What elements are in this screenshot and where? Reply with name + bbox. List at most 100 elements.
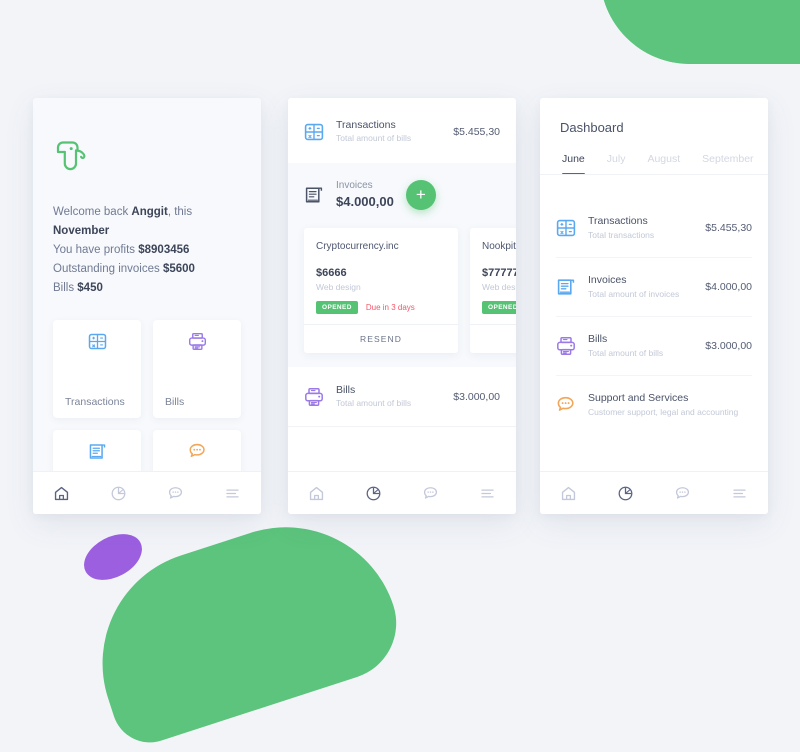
- invoice-status-badge: OPENED: [482, 301, 516, 314]
- row-amount: $5.455,30: [705, 222, 752, 234]
- card-bills[interactable]: Bills: [153, 320, 241, 418]
- invoice-card[interactable]: Nookpitch.co $77777 Web design OPENED RE…: [470, 228, 516, 353]
- dashboard-row-support[interactable]: Support and Services Customer support, l…: [556, 376, 752, 434]
- phone-screen-home: Welcome back Anggit, this November You h…: [33, 98, 261, 514]
- row-amount: $3.000,00: [705, 340, 752, 352]
- welcome-line-profits: You have profits $8903456: [53, 241, 241, 260]
- outstanding-value: $5600: [162, 263, 195, 275]
- month-tab-bar: June July August September: [540, 135, 768, 175]
- card-invoices[interactable]: Invoices 2: [53, 430, 141, 471]
- transactions-row-title: Transactions: [336, 119, 396, 131]
- phone-screen-dashboard: Dashboard June July August September Tra…: [540, 98, 768, 514]
- invoice-card[interactable]: Cryptocurrency.inc $6666 Web design OPEN…: [304, 228, 458, 353]
- dashboard-row-transactions[interactable]: Transactions Total transactions $5.455,3…: [556, 199, 752, 258]
- tab-september[interactable]: September: [702, 153, 753, 174]
- invoices-header-amount: $4.000,00: [336, 194, 394, 209]
- card-transactions-label: Transactions: [65, 396, 125, 408]
- elephant-logo: [53, 138, 241, 177]
- invoice-card-carousel[interactable]: Cryptocurrency.inc $6666 Web design OPEN…: [288, 222, 516, 367]
- welcome-message: Welcome back Anggit, this November You h…: [53, 203, 241, 298]
- nav-home-icon[interactable]: [300, 478, 334, 508]
- tab-june[interactable]: June: [562, 153, 585, 174]
- tab-july[interactable]: July: [607, 153, 626, 174]
- outstanding-label: Outstanding invoices: [53, 263, 163, 275]
- nav-home-icon[interactable]: [45, 478, 79, 508]
- printer-icon: [304, 387, 324, 407]
- card-transactions[interactable]: Transactions: [53, 320, 141, 418]
- invoice-card-description: Web design: [316, 282, 361, 292]
- invoices-filler: [288, 427, 516, 471]
- row-amount: $4.000,00: [705, 281, 752, 293]
- grid-icon: [304, 122, 324, 142]
- dashboard-summary-list: Transactions Total transactions $5.455,3…: [540, 199, 768, 434]
- profits-value: $8903456: [138, 244, 190, 256]
- welcome-line-bills: Bills $450: [53, 279, 241, 298]
- bills-row-amount: $3.000,00: [453, 390, 500, 403]
- invoice-icon: [65, 442, 129, 461]
- quick-action-grid: Transactions Bills: [53, 320, 241, 471]
- bottom-nav-dashboard: [540, 471, 768, 514]
- row-subtitle: Total amount of invoices: [588, 289, 680, 299]
- row-subtitle: Customer support, legal and accounting: [588, 407, 739, 417]
- nav-pie-chart-icon[interactable]: [609, 478, 643, 508]
- row-title: Support and Services: [588, 392, 689, 404]
- invoice-status-badge: OPENED: [316, 301, 358, 314]
- bills-label: Bills: [53, 282, 78, 294]
- welcome-mid: , this: [167, 206, 193, 218]
- dashboard-row-invoices[interactable]: Invoices Total amount of invoices $4.000…: [556, 258, 752, 317]
- row-subtitle: Total transactions: [588, 230, 655, 240]
- invoice-card-name: Nookpitch.co: [482, 241, 516, 252]
- user-name: Anggit: [131, 206, 168, 218]
- welcome-prefix: Welcome back: [53, 206, 132, 218]
- invoice-card-name: Cryptocurrency.inc: [316, 241, 399, 252]
- transactions-row-amount: $5.455,30: [453, 125, 500, 138]
- printer-icon: [165, 332, 229, 351]
- invoice-due-text: Due in 3 days: [365, 303, 415, 312]
- row-title: Bills: [588, 333, 608, 345]
- nav-chat-icon[interactable]: [666, 478, 700, 508]
- phone-screen-invoices: Transactions Total amount of bills $5.45…: [288, 98, 516, 514]
- invoice-card-amount: $6666: [316, 267, 347, 279]
- resend-button[interactable]: RESEND: [470, 324, 516, 353]
- row-title: Transactions: [588, 215, 648, 227]
- home-body: Welcome back Anggit, this November You h…: [33, 98, 261, 471]
- tab-august[interactable]: August: [647, 153, 680, 174]
- welcome-line-outstanding: Outstanding invoices $5600: [53, 260, 241, 279]
- bills-value: $450: [77, 282, 103, 294]
- dashboard-row-bills[interactable]: Bills Total amount of bills $3.000,00: [556, 317, 752, 376]
- row-subtitle: Total amount of bills: [588, 348, 664, 358]
- nav-menu-icon[interactable]: [723, 478, 757, 508]
- transactions-row-subtitle: Total amount of bills: [336, 133, 412, 143]
- nav-pie-chart-icon[interactable]: [357, 478, 391, 508]
- bills-row-title: Bills: [336, 384, 356, 396]
- chat-icon: [165, 442, 229, 461]
- nav-pie-chart-icon[interactable]: [102, 478, 136, 508]
- invoice-card-description: Web design: [482, 282, 516, 292]
- resend-button[interactable]: RESEND: [304, 324, 458, 353]
- page-title: Dashboard: [560, 120, 624, 135]
- nav-menu-icon[interactable]: [216, 478, 250, 508]
- bottom-nav-invoices: [288, 471, 516, 514]
- invoices-header: Invoices $4.000,00 +: [288, 163, 516, 222]
- transactions-summary-row[interactable]: Transactions Total amount of bills $5.45…: [288, 98, 516, 163]
- invoices-header-title: Invoices: [336, 180, 373, 191]
- decor-blob-green-bottom-left: [73, 497, 411, 752]
- bills-summary-row[interactable]: Bills Total amount of bills $3.000,00: [288, 367, 516, 427]
- invoice-card-amount: $77777: [482, 267, 516, 279]
- add-invoice-button[interactable]: +: [405, 179, 436, 210]
- nav-home-icon[interactable]: [552, 478, 586, 508]
- nav-chat-icon[interactable]: [414, 478, 448, 508]
- dashboard-spacer: [540, 175, 768, 199]
- nav-menu-icon[interactable]: [471, 478, 505, 508]
- bills-row-subtitle: Total amount of bills: [336, 398, 412, 408]
- printer-icon: [556, 336, 576, 356]
- invoices-body: Transactions Total amount of bills $5.45…: [288, 98, 516, 471]
- profits-label: You have profits: [53, 244, 139, 256]
- decor-blob-green-top-right: [600, 0, 800, 64]
- card-bills-label: Bills: [165, 396, 185, 408]
- dashboard-body: Dashboard June July August September Tra…: [540, 98, 768, 471]
- card-support[interactable]: Support: [153, 430, 241, 471]
- welcome-line-greeting: Welcome back Anggit, this November: [53, 203, 241, 241]
- invoice-icon: [556, 277, 576, 297]
- nav-chat-icon[interactable]: [159, 478, 193, 508]
